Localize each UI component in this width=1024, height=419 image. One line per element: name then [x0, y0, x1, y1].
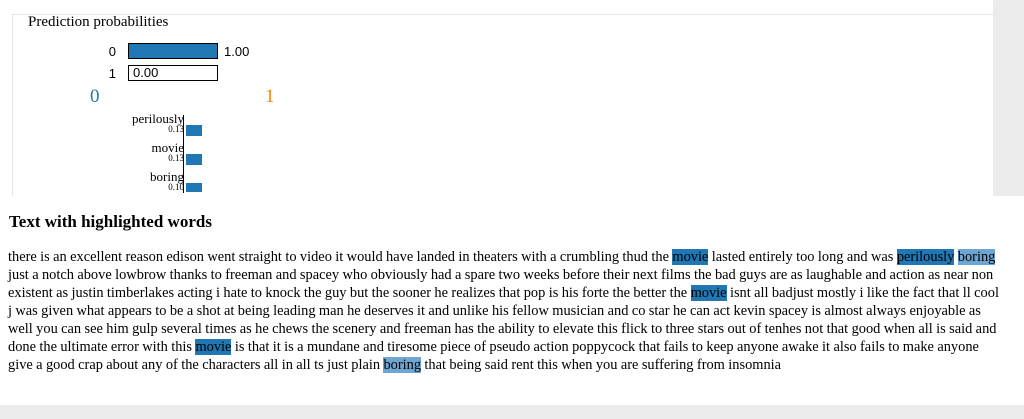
- prediction-panel: Prediction probabilities 0 1.00 1 0.00 0…: [0, 0, 994, 197]
- prob-row-0: 0 1.00: [100, 42, 249, 60]
- prob-class-label: 1: [108, 65, 116, 81]
- prob-value: 1.00: [224, 43, 250, 59]
- highlighted-word: movie: [690, 285, 727, 301]
- text-segment: lasted entirely too long and was: [708, 249, 897, 265]
- text-segment: there is an excellent reason edison went…: [8, 249, 673, 265]
- prediction-title: Prediction probabilities: [28, 14, 169, 30]
- highlighted-word: perilously: [896, 249, 955, 265]
- text-segment: that being said rent this when you are s…: [421, 357, 782, 373]
- prob-row-1: 1 0.00: [100, 64, 218, 82]
- prob-class-label: 0: [108, 43, 116, 59]
- highlighted-word: boring: [957, 249, 996, 265]
- highlighted-word: movie: [195, 339, 232, 355]
- highlighted-text: there is an excellent reason edison went…: [8, 248, 1004, 374]
- feature-axis: [183, 115, 184, 193]
- prob-bar-1: 0.00: [128, 65, 218, 81]
- text-panel: Text with highlighted words there is an …: [0, 196, 1024, 419]
- feature-weight: 0.13: [168, 124, 184, 134]
- feature-weight: 0.13: [168, 153, 184, 163]
- highlighted-word: movie: [672, 249, 709, 265]
- class-1-label: 1: [265, 86, 275, 107]
- class-0-label: 0: [90, 86, 100, 107]
- feature-bar: [186, 125, 202, 136]
- bottom-strip: [0, 405, 1024, 419]
- feature-weight: 0.10: [168, 182, 184, 192]
- text-section-title: Text with highlighted words: [9, 212, 212, 231]
- feature-bar: [186, 154, 202, 165]
- prob-bar-fill: [129, 44, 217, 58]
- highlighted-word: boring: [383, 357, 422, 373]
- prob-value: 0.00: [133, 65, 159, 80]
- feature-item: perilously 0.13: [132, 112, 202, 136]
- prob-bar-0: [128, 43, 218, 59]
- feature-bar: [186, 183, 202, 192]
